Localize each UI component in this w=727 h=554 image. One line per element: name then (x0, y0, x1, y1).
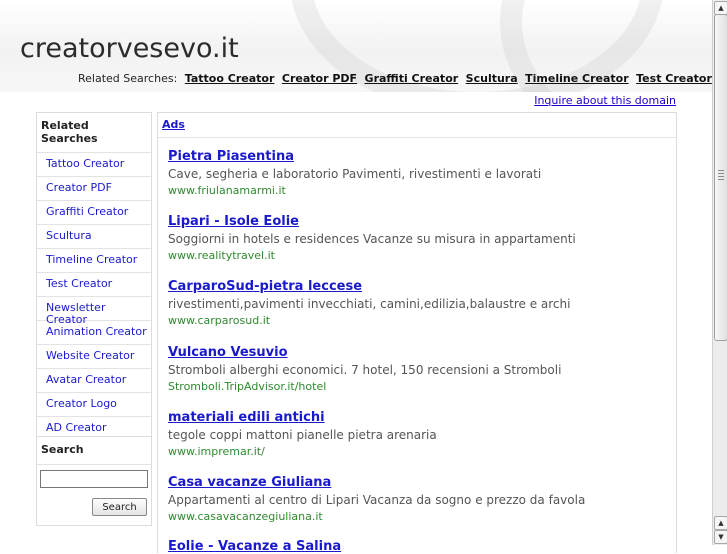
ad-url[interactable]: Stromboli.TripAdvisor.it/hotel (168, 380, 668, 393)
sidebar-item-scultura[interactable]: Scultura (37, 224, 151, 248)
ad-item: Vulcano Vesuvio Stromboli alberghi econo… (168, 345, 668, 393)
ad-title[interactable]: Vulcano Vesuvio (168, 345, 668, 360)
scrollbar-thumb[interactable] (714, 14, 727, 341)
search-panel: Search Search (36, 436, 152, 526)
ad-item: Lipari - Isole Eolie Soggiorni in hotels… (168, 214, 668, 262)
ad-item: Casa vacanze Giuliana Appartamenti al ce… (168, 475, 668, 523)
related-prefix: Related Searches: (78, 72, 178, 85)
ad-description: rivestimenti,pavimenti invecchiati, cami… (168, 297, 571, 311)
ad-url[interactable]: www.casavacanzegiuliana.it (168, 510, 668, 523)
ad-title[interactable]: CarparoSud-pietra leccese (168, 279, 668, 294)
related-link-test-creator[interactable]: Test Creator (636, 72, 712, 85)
ad-url[interactable]: www.friulanamarmi.it (168, 184, 668, 197)
ad-title[interactable]: materiali edili antichi (168, 410, 668, 425)
arrow-up-icon[interactable]: ▲ (714, 516, 727, 530)
related-link-timeline-creator[interactable]: Timeline Creator (525, 72, 628, 85)
sidebar-item-creator-pdf[interactable]: Creator PDF (37, 176, 151, 200)
related-searches-bar: Related Searches: Tattoo Creator Creator… (78, 72, 712, 85)
ads-label[interactable]: Ads (162, 118, 185, 131)
ad-url[interactable]: www.impremar.it/ (168, 445, 668, 458)
ad-title[interactable]: Casa vacanze Giuliana (168, 475, 668, 490)
ad-item: materiali edili antichi tegole coppi mat… (168, 410, 668, 458)
site-title: creatorvesevo.it (20, 33, 239, 64)
search-divider (37, 464, 151, 465)
sidebar-item-tattoo-creator[interactable]: Tattoo Creator (37, 152, 151, 176)
sidebar-item-website-creator[interactable]: Website Creator (37, 344, 151, 368)
ad-title[interactable]: Pietra Piasentina (168, 149, 668, 164)
search-input[interactable] (40, 470, 148, 488)
sidebar-item-timeline-creator[interactable]: Timeline Creator (37, 248, 151, 272)
arrow-up-icon[interactable]: ▲ (714, 1, 727, 15)
ad-item: Pietra Piasentina Cave, segheria e labor… (168, 149, 668, 197)
sidebar-item-newsletter-creator[interactable]: Newsletter Creator (37, 296, 151, 326)
grip-icon (718, 170, 724, 182)
ad-description: Appartamenti al centro di Lipari Vacanza… (168, 493, 586, 507)
vertical-scrollbar[interactable]: ▲ ▲ ▼ (712, 0, 727, 545)
ad-title[interactable]: Lipari - Isole Eolie (168, 214, 668, 229)
ad-description: tegole coppi mattoni pianelle pietra are… (168, 428, 437, 442)
search-button[interactable]: Search (92, 498, 147, 516)
sidebar-title: Related Searches (41, 119, 98, 145)
ad-url[interactable]: www.carparosud.it (168, 314, 668, 327)
ad-title[interactable]: Eolie - Vacanze a Salina (168, 539, 668, 554)
ad-item: CarparoSud-pietra leccese rivestimenti,p… (168, 279, 668, 327)
sidebar-item-graffiti-creator[interactable]: Graffiti Creator (37, 200, 151, 224)
ad-url[interactable]: www.realitytravel.it (168, 249, 668, 262)
sidebar-related-searches: Related Searches Tattoo Creator Creator … (36, 112, 152, 441)
ad-description: Soggiorni in hotels e residences Vacanze… (168, 232, 576, 246)
search-title: Search (41, 443, 84, 456)
sidebar-item-test-creator[interactable]: Test Creator (37, 272, 151, 296)
inquire-domain-link[interactable]: Inquire about this domain (534, 94, 676, 107)
ad-description: Cave, segheria e laboratorio Pavimenti, … (168, 167, 542, 181)
related-link-creator-pdf[interactable]: Creator PDF (282, 72, 357, 85)
sidebar-item-creator-logo[interactable]: Creator Logo (37, 392, 151, 416)
ad-item: Eolie - Vacanze a Salina (168, 539, 668, 554)
related-link-tattoo-creator[interactable]: Tattoo Creator (185, 72, 275, 85)
ads-divider (158, 137, 676, 138)
sidebar-item-avatar-creator[interactable]: Avatar Creator (37, 368, 151, 392)
related-link-scultura[interactable]: Scultura (466, 72, 518, 85)
page-header: creatorvesevo.it Related Searches: Tatto… (0, 0, 712, 92)
ad-description: Stromboli alberghi economici. 7 hotel, 1… (168, 363, 562, 377)
arrow-down-icon[interactable]: ▼ (714, 530, 727, 544)
ads-panel: Ads Pietra Piasentina Cave, segheria e l… (157, 112, 677, 554)
related-link-graffiti-creator[interactable]: Graffiti Creator (365, 72, 459, 85)
